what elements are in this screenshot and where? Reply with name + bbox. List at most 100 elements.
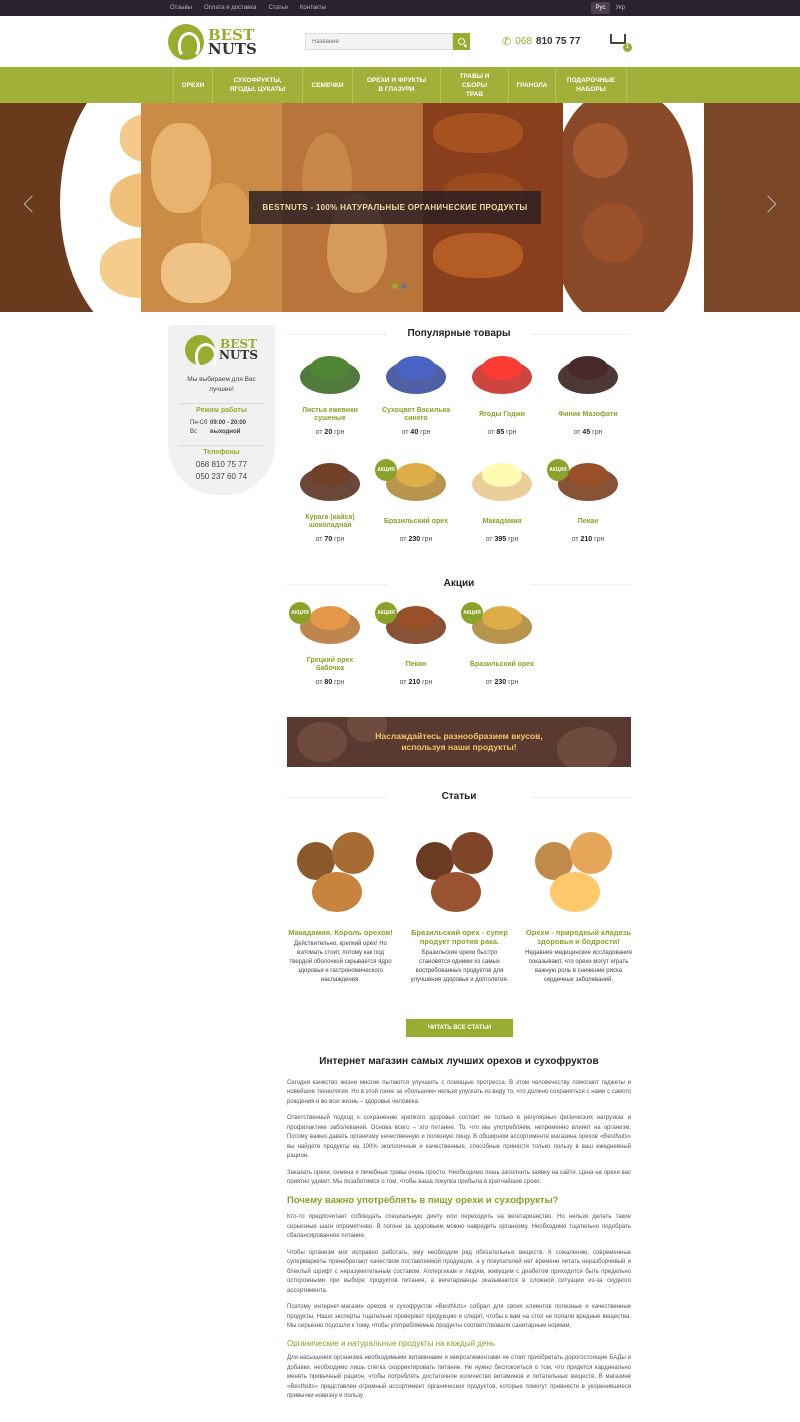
price-value: 210 (408, 679, 421, 686)
product-image[interactable] (467, 461, 537, 511)
banner-text: Наслаждайтесь разнообразием вкусов, испо… (375, 731, 543, 752)
price-currency: грн (334, 536, 345, 543)
price-currency: грн (508, 679, 519, 686)
product-name[interactable]: Пекан (545, 513, 631, 531)
sale-badge: АКЦИЯ (375, 602, 397, 624)
nav-item-herbs[interactable]: Травы и сборы трав (440, 67, 508, 103)
seo-paragraph: Сегодня качество жизни многие пытаются у… (287, 1079, 631, 1105)
product-name[interactable]: Сухоцвет Василька синего (373, 406, 459, 424)
search-input[interactable] (305, 33, 453, 50)
price-prefix: от (571, 536, 579, 543)
nav-item-gift-sets[interactable]: Подарочные наборы (555, 67, 627, 103)
article-image[interactable] (287, 822, 394, 922)
top-link-contacts[interactable]: Контакты (300, 5, 326, 11)
sidebar-phone-2[interactable]: 050 237 60 74 (168, 471, 275, 483)
lang-ua[interactable]: Укр (610, 2, 630, 14)
search-button[interactable] (453, 33, 470, 50)
nav-item-glazed[interactable]: Орехи и фрукты в глазури (352, 67, 440, 103)
hours-title: Режим работы (178, 403, 265, 414)
hero-caption[interactable]: BESTNUTS - 100% НАТУРАЛЬНЫЕ ОРГАНИЧЕСКИЕ… (249, 191, 541, 224)
article-excerpt: Бразильские орехи быстро становятся одни… (410, 950, 509, 983)
nav-item-nuts[interactable]: Орехи (173, 67, 212, 103)
product-card[interactable]: Листья ежевики сушеные от 20 грн (287, 350, 373, 457)
product-card[interactable]: АКЦИЯ Грецкий орех бабочка от 80 грн (287, 600, 373, 707)
price-value: 45 (582, 429, 591, 436)
price-prefix: от (401, 429, 409, 436)
article-image[interactable] (525, 822, 632, 922)
price-value: 395 (494, 536, 507, 543)
nav-item-seeds[interactable]: Семечки (302, 67, 352, 103)
product-image[interactable] (553, 354, 623, 404)
header-phone[interactable]: ✆ 068 810 75 77 (502, 35, 580, 48)
product-name[interactable]: Листья ежевики сушеные (287, 406, 373, 424)
nav-item-dried-fruits[interactable]: Сухофрукты, ягоды, цукаты (212, 67, 302, 103)
product-name[interactable]: Бразильский орех (459, 656, 545, 674)
sale-badge: АКЦИЯ (289, 602, 311, 624)
article-title[interactable]: Орехи - природный кладезь здоровья и бод… (525, 928, 632, 946)
sidebar-phone-1[interactable]: 068 810 75 77 (168, 459, 275, 471)
product-name[interactable]: Макадамия (459, 513, 545, 531)
article-card[interactable]: Бразильский орех - супер продукт против … (406, 822, 513, 985)
article-card[interactable]: Орехи - природный кладезь здоровья и бод… (525, 822, 632, 985)
article-title[interactable]: Макадамия. Король орехов! (287, 928, 394, 937)
product-name[interactable]: Ягоды Годжи (459, 406, 545, 424)
product-price: от 230 грн (373, 536, 459, 543)
product-card[interactable]: АКЦИЯ Бразильский орех от 230 грн (459, 600, 545, 707)
price-prefix: от (315, 536, 323, 543)
product-image[interactable] (381, 354, 451, 404)
product-card[interactable]: АКЦИЯ Пекан от 210 грн (545, 457, 631, 564)
product-price: от 395 грн (459, 536, 545, 543)
price-currency: грн (508, 536, 519, 543)
phone-code: 068 (515, 36, 532, 47)
product-card[interactable]: АКЦИЯ Бразильский орех от 230 грн (373, 457, 459, 564)
sales-title: Акции (287, 578, 631, 589)
hours-time: выходной (210, 429, 241, 435)
product-card[interactable]: Сухоцвет Василька синего от 40 грн (373, 350, 459, 457)
seo-paragraph: Поэтому интернет-магазин орехов и сухофр… (287, 1304, 631, 1329)
product-card[interactable]: Макадамия от 395 грн (459, 457, 545, 564)
read-all-articles-button[interactable]: ЧИТАТЬ ВСЕ СТАТЬИ (406, 1019, 513, 1037)
article-title[interactable]: Бразильский орех - супер продукт против … (406, 928, 513, 946)
product-name[interactable]: Грецкий орех бабочка (287, 656, 373, 674)
slider-dot[interactable] (401, 283, 407, 289)
product-name[interactable]: Курага (кайса) шоколадная (287, 513, 373, 531)
top-link-articles[interactable]: Статьи (268, 5, 287, 11)
article-image[interactable] (406, 822, 513, 922)
lang-ru[interactable]: Рус (590, 2, 611, 14)
nav-item-granola[interactable]: Гранола (508, 67, 555, 103)
product-card[interactable]: Курага (кайса) шоколадная от 70 грн (287, 457, 373, 564)
price-value: 20 (324, 429, 333, 436)
hero-slide-hazelnuts (563, 103, 705, 312)
product-card[interactable]: Ягоды Годжи от 85 грн (459, 350, 545, 457)
header: BEST NUTS ✆ 068 810 75 77 1 (0, 16, 800, 67)
product-name[interactable]: Финик Мазофати (545, 406, 631, 424)
hours-time: 09:00 - 20:00 (210, 420, 247, 426)
product-name[interactable]: Бразильский орех (373, 513, 459, 531)
price-currency: грн (420, 429, 431, 436)
product-image[interactable] (467, 354, 537, 404)
product-image[interactable] (295, 354, 365, 404)
product-name[interactable]: Пекан (373, 656, 459, 674)
cart-count-badge: 1 (623, 43, 632, 52)
logo[interactable]: BEST NUTS (168, 24, 257, 60)
top-link-reviews[interactable]: Отзывы (170, 5, 192, 11)
slider-dot[interactable] (392, 283, 398, 289)
seo-paragraph: Ответственный подход к сохранению крепко… (287, 1115, 631, 1159)
product-card[interactable]: Финик Мазофати от 45 грн (545, 350, 631, 457)
sidebar-logo-line2: NUTS (218, 348, 259, 362)
price-currency: грн (334, 679, 345, 686)
article-card[interactable]: Макадамия. Король орехов! Действительно, … (287, 822, 394, 985)
price-prefix: от (315, 429, 323, 436)
price-currency: грн (422, 679, 433, 686)
sale-products: АКЦИЯ Грецкий орех бабочка от 80 грн АКЦИЯ П… (287, 600, 631, 707)
product-card[interactable]: АКЦИЯ Пекан от 210 грн (373, 600, 459, 707)
seo-paragraph: Кто-то предпочитает соблюдать специальну… (287, 1214, 631, 1239)
cart-button[interactable]: 1 (608, 30, 632, 52)
promo-banner[interactable]: Наслаждайтесь разнообразием вкусов, испо… (287, 717, 631, 767)
product-price: от 20 грн (287, 429, 373, 436)
product-image[interactable] (295, 461, 365, 511)
top-link-delivery[interactable]: Оплата и доставка (204, 5, 256, 11)
seo-paragraph: Чтобы организм мог исправно работать, ем… (287, 1249, 631, 1294)
articles-list: Макадамия. Король орехов! Действительно, … (287, 822, 632, 985)
hours-row: Пн-Сб 09:00 - 20:00 (168, 419, 275, 428)
